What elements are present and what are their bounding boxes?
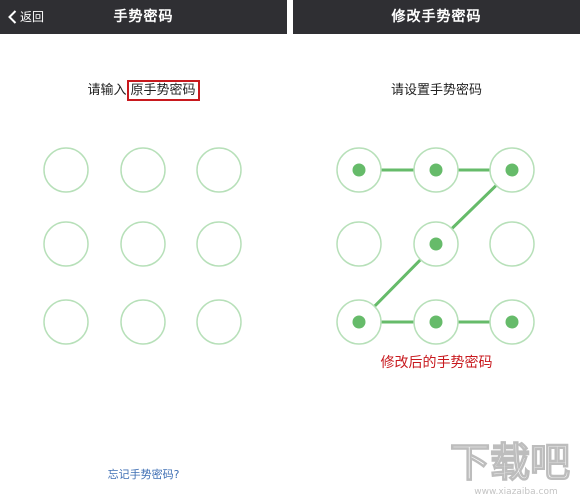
gesture-dot-4[interactable] bbox=[43, 221, 89, 267]
gesture-dot-4[interactable] bbox=[336, 221, 382, 267]
gesture-grid[interactable] bbox=[0, 0, 287, 497]
modified-gesture-caption: 修改后的手势密码 bbox=[380, 355, 493, 371]
gesture-dot-6[interactable] bbox=[196, 221, 242, 267]
gesture-dot-9-selected bbox=[505, 315, 519, 329]
gesture-dot-8-selected bbox=[429, 315, 443, 329]
watermark-logo: 下载吧 www.xiazaiba.com bbox=[449, 439, 570, 497]
gesture-dot-1[interactable] bbox=[43, 147, 89, 193]
gesture-dot-8[interactable] bbox=[120, 299, 166, 345]
gesture-dot-1-selected bbox=[352, 163, 366, 177]
gesture-dot-3-selected bbox=[505, 163, 519, 177]
right-screen: 修改手势密码 请设置手势密码 修改后的手势密码 bbox=[293, 0, 580, 497]
forgot-password-link[interactable]: 忘记手势密码? bbox=[0, 466, 287, 482]
gesture-dot-2-selected bbox=[429, 163, 443, 177]
gesture-dot-9[interactable] bbox=[196, 299, 242, 345]
svg-text:www.xiazaiba.com: www.xiazaiba.com bbox=[474, 487, 558, 497]
gesture-dot-3[interactable] bbox=[196, 147, 242, 193]
gesture-grid[interactable] bbox=[293, 0, 580, 497]
gesture-dot-5-selected bbox=[429, 237, 443, 251]
gesture-dot-2[interactable] bbox=[120, 147, 166, 193]
svg-text:下载吧: 下载吧 bbox=[450, 440, 570, 486]
gesture-dot-7[interactable] bbox=[43, 299, 89, 345]
gesture-dot-5[interactable] bbox=[120, 221, 166, 267]
left-screen: 返回 手势密码 请输入 原手势密码 忘记手势密码? bbox=[0, 0, 287, 497]
gesture-dot-6[interactable] bbox=[489, 221, 535, 267]
gesture-dot-7-selected bbox=[352, 315, 366, 329]
